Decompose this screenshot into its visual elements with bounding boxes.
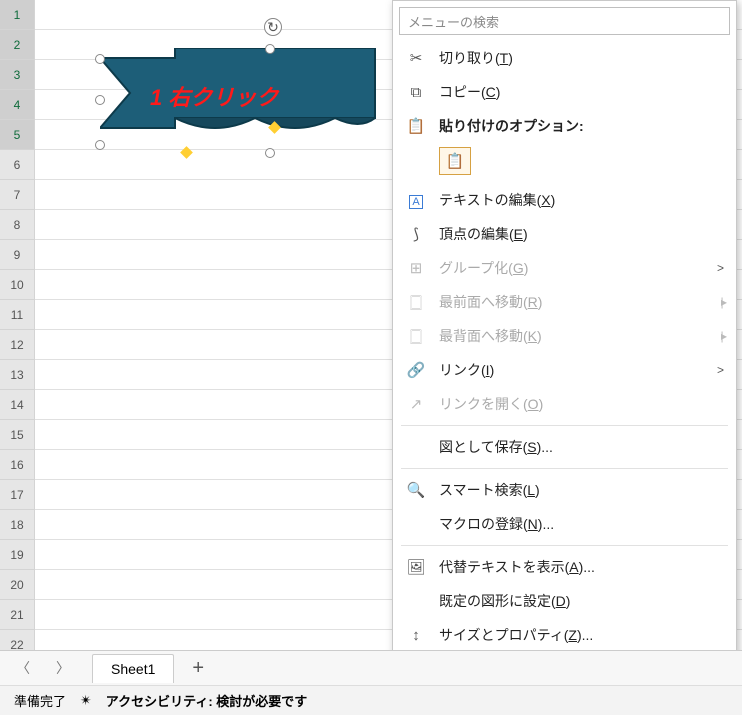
context-menu-item: 🀆 最前面へ移動(R)| ▸ xyxy=(393,285,736,319)
menu-item-label: 最背面へ移動(K) xyxy=(439,326,721,346)
menu-item-icon: ↕ xyxy=(403,627,429,644)
menu-item-icon: A xyxy=(403,192,429,209)
menu-item-icon: 🔍 xyxy=(403,481,429,499)
row-header[interactable]: 8 xyxy=(0,210,35,240)
submenu-arrow-icon: > xyxy=(717,363,724,377)
menu-item-icon: 🀆 xyxy=(403,294,429,311)
menu-item-icon: 📋 xyxy=(403,117,429,135)
context-menu-item[interactable]: ⧉ コピー(C) xyxy=(393,75,736,109)
resize-handle[interactable] xyxy=(265,148,275,158)
sheet-nav-prev[interactable]: 〈 xyxy=(12,658,34,678)
menu-item-label: 最前面へ移動(R) xyxy=(439,292,721,312)
menu-item-label: 代替テキストを表示(A)... xyxy=(439,557,724,577)
row-header[interactable]: 15 xyxy=(0,420,35,450)
menu-item-label: テキストの編集(X) xyxy=(439,190,724,210)
resize-handle[interactable] xyxy=(265,44,275,54)
menu-item-label: 頂点の編集(E) xyxy=(439,224,724,244)
context-menu-item[interactable]: ⟆ 頂点の編集(E) xyxy=(393,217,736,251)
menu-item-label: グループ化(G) xyxy=(439,258,717,278)
context-menu-item[interactable]: 🔍 スマート検索(L) xyxy=(393,473,736,507)
context-menu: メニューの検索 ✂ 切り取り(T) ⧉ コピー(C) 📋 貼り付けのオプション: 📋 A テキス… xyxy=(392,0,737,687)
status-accessibility[interactable]: アクセシビリティ: 検討が必要です xyxy=(106,691,308,710)
menu-item-label: サイズとプロパティ(Z)... xyxy=(439,625,724,645)
context-menu-item: ↗ リンクを開く(O) xyxy=(393,387,736,421)
row-header[interactable]: 10 xyxy=(0,270,35,300)
context-menu-item[interactable]: 📋 貼り付けのオプション: xyxy=(393,109,736,143)
menu-item-label: マクロの登録(N)... xyxy=(439,514,724,534)
row-header[interactable]: 17 xyxy=(0,480,35,510)
context-menu-item: ⊞ グループ化(G)> xyxy=(393,251,736,285)
resize-handle[interactable] xyxy=(95,95,105,105)
sheet-tabs-bar: 〈 〉 Sheet1 + xyxy=(0,650,742,685)
resize-handle[interactable] xyxy=(95,140,105,150)
row-header[interactable]: 18 xyxy=(0,510,35,540)
row-header[interactable]: 12 xyxy=(0,330,35,360)
context-menu-item[interactable]: 図として保存(S)... xyxy=(393,430,736,464)
row-header[interactable]: 3 xyxy=(0,60,35,90)
row-header[interactable]: 11 xyxy=(0,300,35,330)
menu-item-icon: ⟆ xyxy=(403,225,429,243)
row-header[interactable]: 4 xyxy=(0,90,35,120)
menu-item-icon: 🔗 xyxy=(403,361,429,379)
row-header[interactable]: 7 xyxy=(0,180,35,210)
menu-item-label: 切り取り(T) xyxy=(439,48,724,68)
paste-option-button[interactable]: 📋 xyxy=(439,147,471,175)
row-header[interactable]: 19 xyxy=(0,540,35,570)
submenu-arrow-icon: > xyxy=(717,261,724,275)
submenu-arrow-icon: | ▸ xyxy=(721,295,724,309)
context-menu-item[interactable]: ↕ サイズとプロパティ(Z)... xyxy=(393,618,736,652)
context-menu-item[interactable]: 🔗 リンク(I)> xyxy=(393,353,736,387)
row-header[interactable]: 16 xyxy=(0,450,35,480)
row-header[interactable]: 14 xyxy=(0,390,35,420)
menu-item-icon: 🖼 xyxy=(403,558,429,576)
annotation-1: 1 右クリック xyxy=(150,80,278,112)
menu-item-label: 貼り付けのオプション: xyxy=(439,116,724,136)
menu-item-label: コピー(C) xyxy=(439,82,724,102)
submenu-arrow-icon: | ▸ xyxy=(721,329,724,343)
context-menu-body: ✂ 切り取り(T) ⧉ コピー(C) 📋 貼り付けのオプション: 📋 A テキストの編集(X) ⟆… xyxy=(393,41,736,686)
menu-item-label: 図として保存(S)... xyxy=(439,437,724,457)
sheet-nav-next[interactable]: 〉 xyxy=(52,658,74,678)
resize-handle[interactable] xyxy=(95,54,105,64)
context-menu-item[interactable]: 既定の図形に設定(D) xyxy=(393,584,736,618)
row-header[interactable]: 21 xyxy=(0,600,35,630)
menu-search-input[interactable]: メニューの検索 xyxy=(399,7,730,35)
menu-item-icon: 🀆 xyxy=(403,328,429,345)
row-header[interactable]: 2 xyxy=(0,30,35,60)
menu-item-label: リンク(I) xyxy=(439,360,717,380)
menu-item-icon: ↗ xyxy=(403,395,429,413)
menu-item-label: 既定の図形に設定(D) xyxy=(439,591,724,611)
context-menu-item: 🀆 最背面へ移動(K)| ▸ xyxy=(393,319,736,353)
context-menu-item[interactable]: マクロの登録(N)... xyxy=(393,507,736,541)
accessibility-icon: ✴ xyxy=(80,692,92,709)
row-headers: 12345678910111213141516171819202122 xyxy=(0,0,35,660)
rotate-handle-icon[interactable]: ↻ xyxy=(264,18,282,36)
row-header[interactable]: 5 xyxy=(0,120,35,150)
menu-item-icon: ⧉ xyxy=(403,84,429,101)
context-menu-item[interactable]: ✂ 切り取り(T) xyxy=(393,41,736,75)
menu-item-icon: ✂ xyxy=(403,49,429,67)
add-sheet-button[interactable]: + xyxy=(192,657,204,680)
status-bar: 準備完了 ✴ アクセシビリティ: 検討が必要です xyxy=(0,685,742,715)
context-menu-item[interactable]: A テキストの編集(X) xyxy=(393,183,736,217)
context-menu-item[interactable]: 🖼 代替テキストを表示(A)... xyxy=(393,550,736,584)
row-header[interactable]: 6 xyxy=(0,150,35,180)
menu-item-label: スマート検索(L) xyxy=(439,480,724,500)
row-header[interactable]: 9 xyxy=(0,240,35,270)
row-header[interactable]: 13 xyxy=(0,360,35,390)
menu-item-icon: ⊞ xyxy=(403,259,429,277)
status-ready: 準備完了 xyxy=(14,691,66,710)
menu-item-label: リンクを開く(O) xyxy=(439,394,724,414)
row-header[interactable]: 20 xyxy=(0,570,35,600)
sheet-tab[interactable]: Sheet1 xyxy=(92,654,174,683)
row-header[interactable]: 1 xyxy=(0,0,35,30)
